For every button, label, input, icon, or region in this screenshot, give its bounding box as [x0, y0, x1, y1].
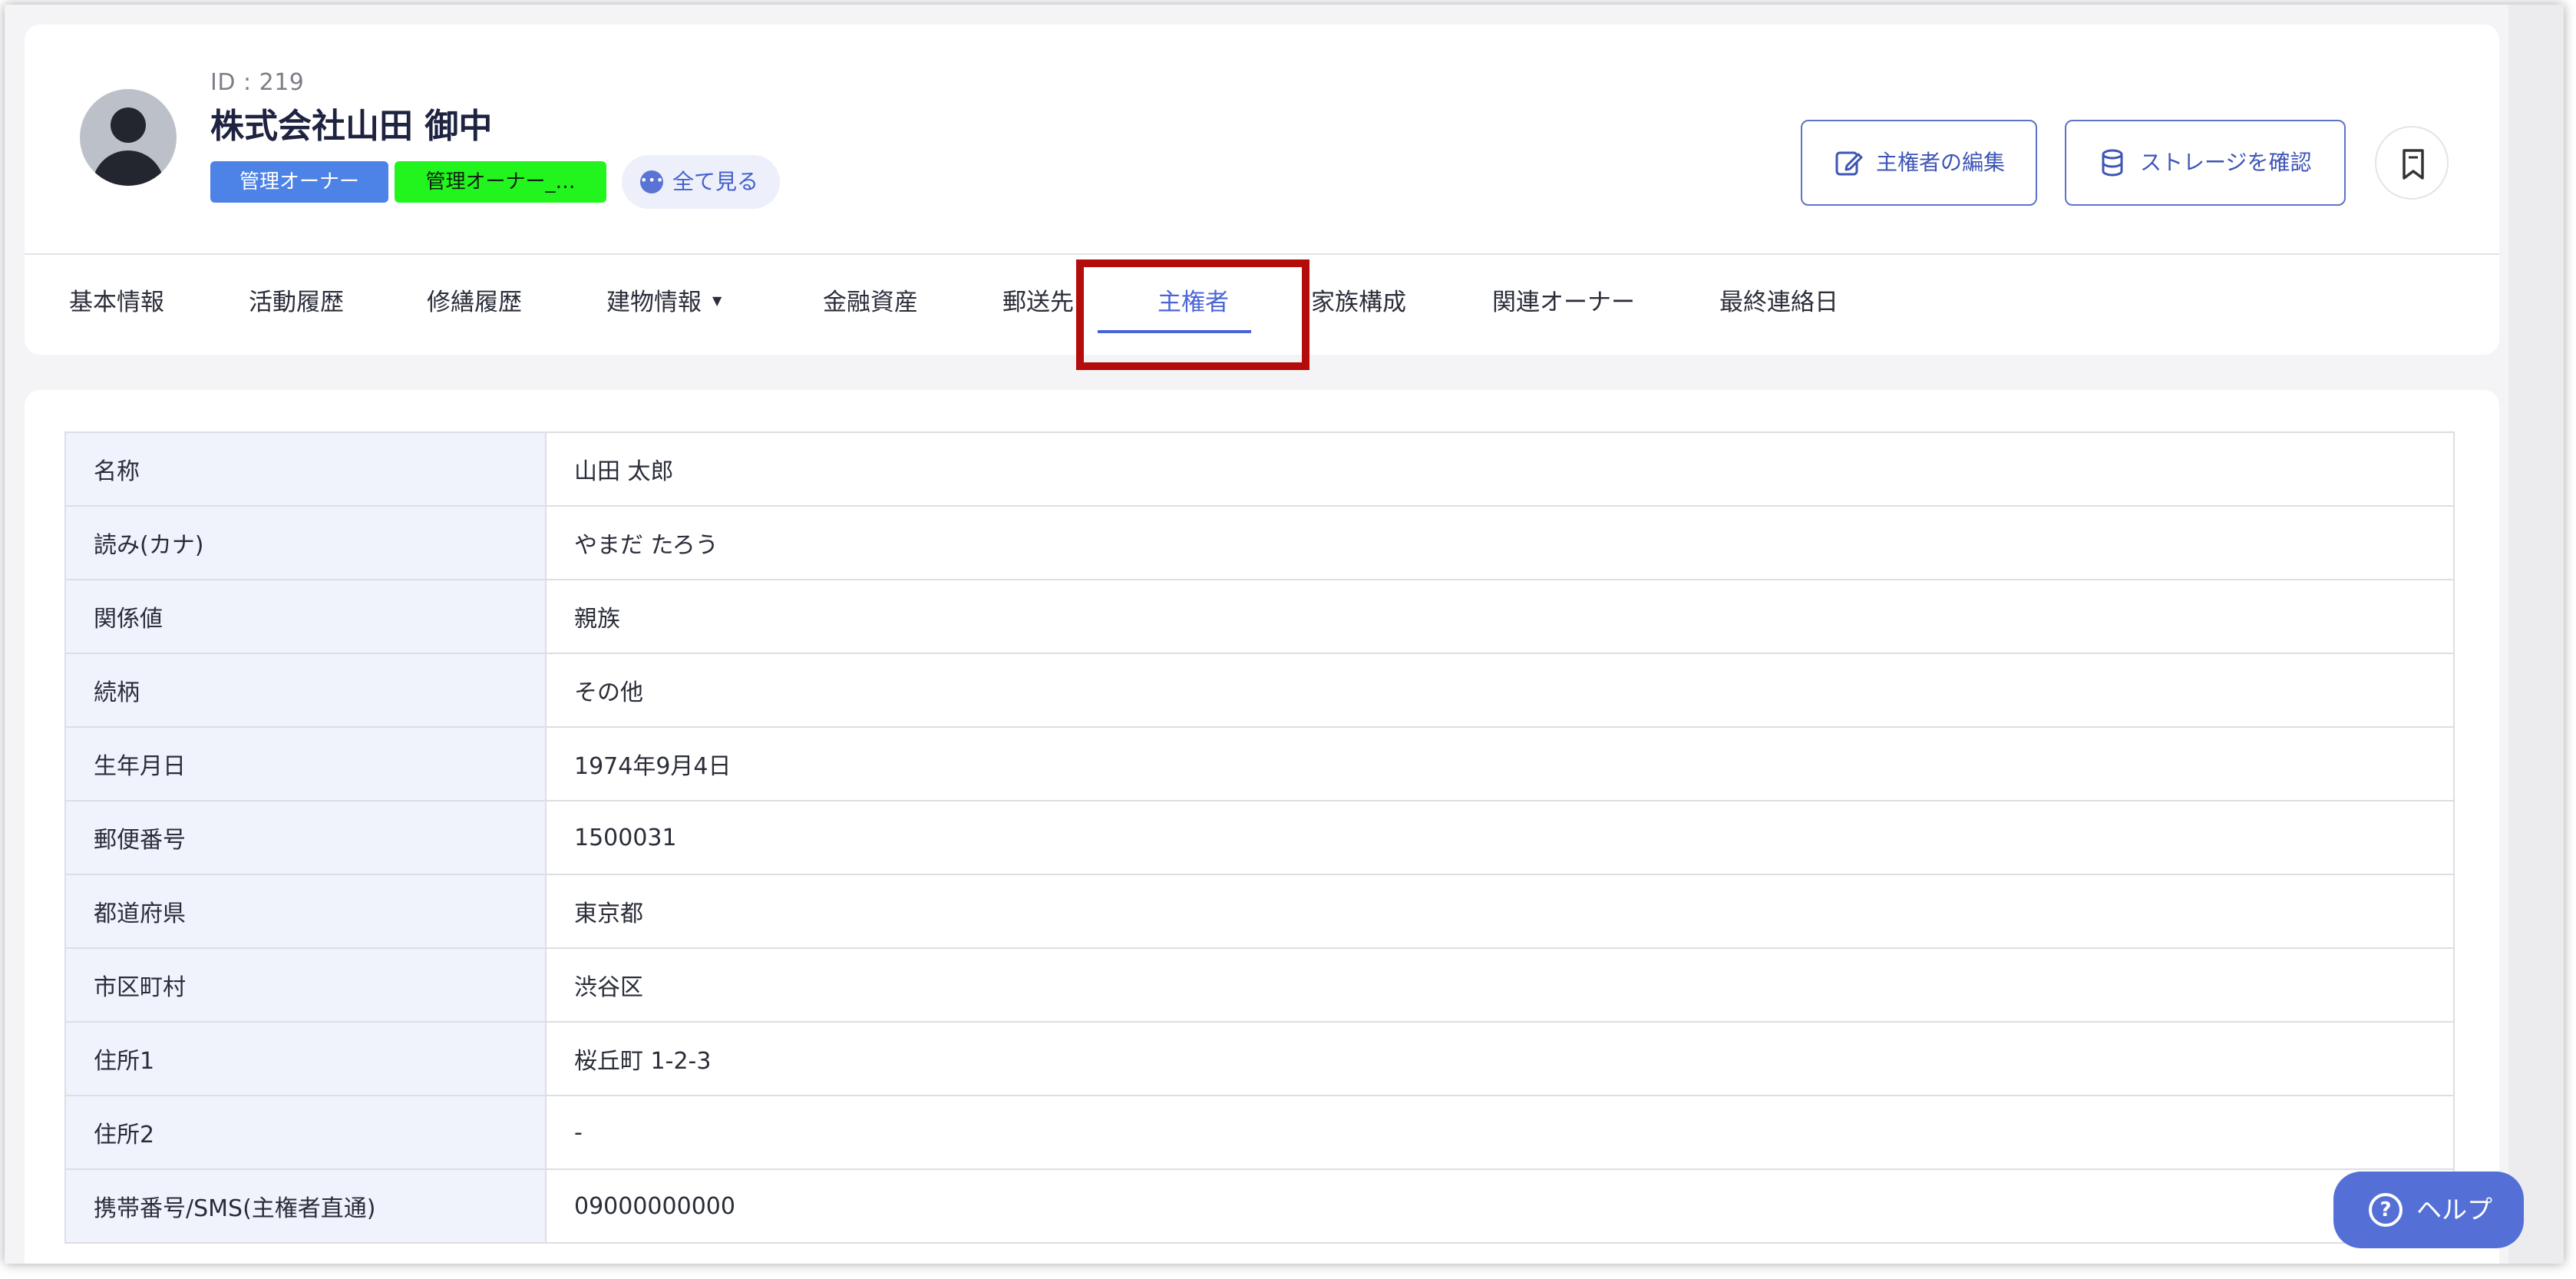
- check-storage-label: ストレージを確認: [2140, 150, 2312, 175]
- avatar-body-shape: [92, 150, 164, 186]
- field-label: 携帯番号/SMS(主権者直通): [64, 1168, 547, 1244]
- check-storage-button[interactable]: ストレージを確認: [2065, 120, 2346, 206]
- owner-type-badge-secondary: 管理オーナー_…: [395, 161, 606, 203]
- field-value: 東京都: [545, 874, 2455, 949]
- field-label: 市区町村: [64, 947, 547, 1023]
- field-label: 生年月日: [64, 726, 547, 801]
- table-row: 住所1 桜丘町 1-2-3: [64, 1021, 2455, 1096]
- tab-family[interactable]: 家族構成: [1311, 255, 1406, 355]
- table-row: 住所2 -: [64, 1095, 2455, 1170]
- annotation-highlight-box: [1076, 259, 1309, 370]
- owner-summary: ID : 219 株式会社山田 御中 管理オーナー 管理オーナー_… ••• 全…: [25, 25, 2499, 255]
- table-row: 名称 山田 太郎: [64, 431, 2455, 507]
- field-value: 桜丘町 1-2-3: [545, 1021, 2455, 1096]
- field-label: 読み(カナ): [64, 505, 547, 580]
- field-label: 続柄: [64, 653, 547, 728]
- help-question-icon: ?: [2369, 1193, 2403, 1227]
- avatar-head-shape: [111, 107, 146, 143]
- more-dots-icon: •••: [640, 170, 663, 193]
- table-row: 読み(カナ) やまだ たろう: [64, 505, 2455, 580]
- table-row: 生年月日 1974年9月4日: [64, 726, 2455, 801]
- field-value: 山田 太郎: [545, 431, 2455, 507]
- tab-activity-history[interactable]: 活動履歴: [249, 255, 344, 355]
- table-row: 関係値 親族: [64, 579, 2455, 654]
- edit-owner-label: 主権者の編集: [1876, 150, 2006, 175]
- app-window: ID : 219 株式会社山田 御中 管理オーナー 管理オーナー_… ••• 全…: [5, 5, 2564, 1264]
- edit-icon: [1835, 151, 1863, 176]
- tab-basic-info[interactable]: 基本情報: [69, 255, 164, 355]
- tab-financial-assets[interactable]: 金融資産: [823, 255, 918, 355]
- field-label: 都道府県: [64, 874, 547, 949]
- bookmark-button[interactable]: [2375, 126, 2449, 200]
- field-label: 住所2: [64, 1095, 547, 1170]
- help-label: ヘルプ: [2416, 1195, 2492, 1224]
- table-row: 郵便番号 1500031: [64, 800, 2455, 875]
- tab-repair-history[interactable]: 修繕履歴: [427, 255, 522, 355]
- field-label: 名称: [64, 431, 547, 507]
- bookmark-icon: [2403, 149, 2424, 180]
- tab-mailing-address[interactable]: 郵送先: [1002, 255, 1074, 355]
- table-row: 携帯番号/SMS(主権者直通) 09000000000: [64, 1168, 2455, 1244]
- table-row: 続柄 その他: [64, 653, 2455, 728]
- field-value: やまだ たろう: [545, 505, 2455, 580]
- caret-down-icon: ▼: [712, 292, 722, 308]
- scrollbar-track[interactable]: [2508, 5, 2564, 1264]
- owner-type-badge: 管理オーナー: [210, 161, 388, 203]
- principal-details-card: 名称 山田 太郎 読み(カナ) やまだ たろう 関係値 親族 続柄 その他 生年…: [25, 390, 2499, 1264]
- field-label: 郵便番号: [64, 800, 547, 875]
- field-value: 親族: [545, 579, 2455, 654]
- table-row: 都道府県 東京都: [64, 874, 2455, 949]
- field-value: 09000000000: [545, 1168, 2455, 1244]
- see-all-button[interactable]: ••• 全て見る: [622, 155, 780, 209]
- tab-building-info[interactable]: 建物情報 ▼: [606, 255, 722, 355]
- table-row: 市区町村 渋谷区: [64, 947, 2455, 1023]
- see-all-label: 全て見る: [672, 169, 759, 194]
- edit-owner-button[interactable]: 主権者の編集: [1801, 120, 2037, 206]
- field-value: 渋谷区: [545, 947, 2455, 1023]
- avatar: [80, 89, 177, 186]
- tab-last-contact[interactable]: 最終連絡日: [1719, 255, 1838, 355]
- field-label: 住所1: [64, 1021, 547, 1096]
- field-value: 1974年9月4日: [545, 726, 2455, 801]
- owner-name: 株式会社山田 御中: [210, 107, 493, 146]
- field-value: 1500031: [545, 800, 2455, 875]
- field-label: 関係値: [64, 579, 547, 654]
- tab-building-info-label: 建物情報: [606, 289, 702, 316]
- help-button[interactable]: ? ヘルプ: [2333, 1172, 2524, 1248]
- field-value: その他: [545, 653, 2455, 728]
- tab-related-owners[interactable]: 関連オーナー: [1492, 255, 1635, 355]
- field-value: -: [545, 1095, 2455, 1170]
- database-icon: [2102, 149, 2123, 177]
- owner-id: ID : 219: [210, 69, 305, 96]
- principal-details-table: 名称 山田 太郎 読み(カナ) やまだ たろう 関係値 親族 続柄 その他 生年…: [64, 431, 2455, 1244]
